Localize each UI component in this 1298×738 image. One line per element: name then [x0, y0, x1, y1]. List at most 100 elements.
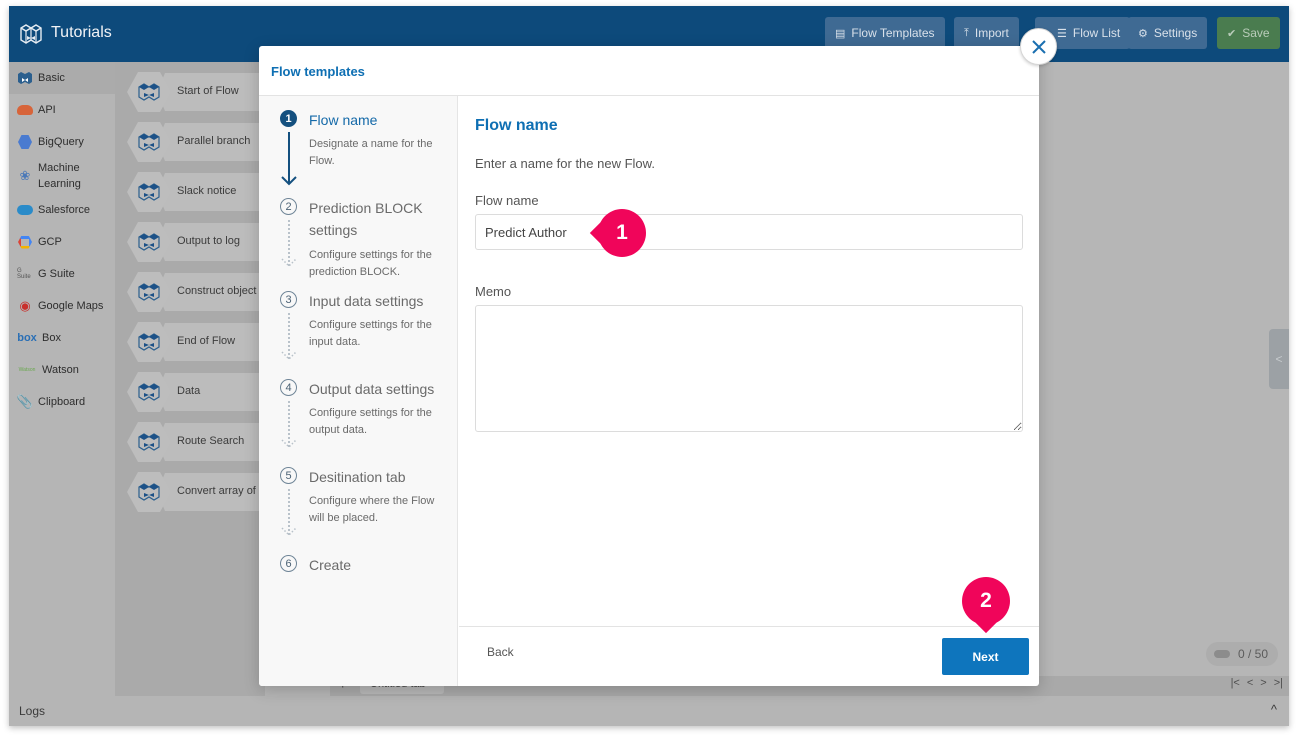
save-button[interactable]: ✔ Save: [1217, 17, 1280, 49]
block-icon: [138, 482, 160, 502]
step-number: 1: [280, 110, 297, 127]
sidebar-label: Basic: [38, 72, 65, 84]
modal-title: Flow templates: [271, 64, 365, 79]
check-circle-icon: ✔: [1227, 27, 1237, 40]
bigquery-icon: [17, 135, 33, 149]
block-label: Parallel branch: [177, 135, 251, 147]
salesforce-cloud-icon: [17, 205, 33, 215]
memo-textarea[interactable]: [475, 305, 1023, 432]
content-title: Flow name: [475, 117, 558, 134]
sidebar-label: GCP: [38, 236, 62, 248]
sidebar-label: Google Maps: [38, 300, 104, 312]
step-desc: Designate a name for the Flow.: [309, 138, 433, 167]
next-button[interactable]: Next: [942, 638, 1029, 675]
sidebar-label: Clipboard: [38, 396, 86, 408]
logs-label: Logs: [19, 704, 46, 718]
block-label: Convert array of o: [177, 485, 266, 497]
step-content: Flow name Enter a name for the new Flow.…: [459, 96, 1039, 626]
step-desc: Configure settings for the prediction BL…: [309, 249, 432, 278]
sidebar-label: G Suite: [38, 268, 75, 280]
prev-tab-button[interactable]: <: [1247, 677, 1253, 689]
counter-text: 0 / 50: [1238, 647, 1269, 661]
step-name: Flow name: [309, 112, 378, 128]
sidebar-label: Watson: [42, 364, 79, 376]
sidebar-item-salesforce[interactable]: Salesforce: [9, 194, 115, 226]
sidebar-item-machine-learning[interactable]: ❀ Machine Learning: [9, 158, 115, 194]
step-desc: Configure settings for the input data.: [309, 319, 432, 348]
block-icon: [138, 132, 160, 152]
annotation-marker-1: 1: [589, 209, 646, 257]
modal-footer: Back Next: [459, 626, 1039, 686]
marker-number: 1: [598, 209, 646, 257]
step-number: 6: [280, 555, 297, 572]
import-label: Import: [974, 26, 1009, 40]
block-label: Construct object: [177, 285, 257, 297]
content-description: Enter a name for the new Flow.: [475, 156, 655, 171]
gcp-hexagon-icon: [17, 235, 33, 249]
flow-templates-button[interactable]: ▤ Flow Templates: [825, 17, 945, 49]
box-logo-icon: box: [17, 332, 37, 344]
back-button[interactable]: Back: [487, 645, 514, 659]
step-name: Output data settings: [309, 381, 435, 397]
sidebar-item-box[interactable]: box Box: [9, 322, 115, 354]
step-desc: Configure where the Flow will be placed.: [309, 495, 435, 524]
tab-navigation: |< < > >|: [1231, 677, 1283, 689]
sidebar-label: API: [38, 104, 56, 116]
paperclip-icon: 📎: [16, 394, 34, 409]
step-name: Input data settings: [309, 293, 424, 309]
save-label: Save: [1242, 26, 1270, 40]
block-icon: [138, 282, 160, 302]
sidebar-label: Machine Learning: [38, 162, 81, 190]
map-pin-icon: ◉: [19, 298, 31, 313]
next-tab-button[interactable]: >: [1260, 677, 1266, 689]
sidebar-item-gcp[interactable]: GCP: [9, 226, 115, 258]
sidebar-label: Salesforce: [38, 204, 90, 216]
chevron-up-icon[interactable]: ^: [1271, 702, 1277, 717]
block-icon: [18, 72, 32, 84]
marker-number: 2: [962, 577, 1010, 625]
arrow-down-icon: [281, 351, 297, 361]
settings-button[interactable]: ⚙ Settings: [1128, 17, 1208, 49]
arrow-down-icon: [281, 176, 297, 186]
close-modal-button[interactable]: [1020, 28, 1057, 65]
counter-pill-icon: [1214, 650, 1230, 658]
flow-templates-label: Flow Templates: [851, 26, 935, 40]
sidebar-item-google-maps[interactable]: ◉ Google Maps: [9, 290, 115, 322]
block-icon: [138, 232, 160, 252]
sidebar-item-bigquery[interactable]: BigQuery: [9, 126, 115, 158]
import-button[interactable]: ⤒ Import: [954, 17, 1019, 49]
block-icon: [138, 82, 160, 102]
last-tab-button[interactable]: >|: [1274, 677, 1283, 689]
block-label: Route Search: [177, 435, 245, 447]
panel-collapse-handle[interactable]: <: [1269, 329, 1289, 389]
block-palette: Start of Flow Parallel branch Slack notice…: [115, 62, 297, 696]
annotation-marker-2: 2: [962, 577, 1010, 634]
logs-panel: Logs ^: [9, 696, 1289, 726]
arrow-down-icon: [281, 527, 297, 537]
sidebar-item-api[interactable]: API: [9, 94, 115, 126]
wizard-steps: 1 Flow name Designate a name for the Flo…: [259, 96, 458, 686]
block-label: Data: [177, 385, 201, 397]
sidebar-label: BigQuery: [38, 136, 84, 148]
arrow-down-icon: [281, 439, 297, 449]
block-icon: [138, 382, 160, 402]
sidebar-item-clipboard[interactable]: 📎 Clipboard: [9, 386, 115, 418]
flow-name-label: Flow name: [475, 193, 539, 208]
sidebar-item-basic[interactable]: Basic: [9, 62, 115, 94]
memo-label: Memo: [475, 284, 512, 299]
block-label: Start of Flow: [177, 85, 239, 97]
logo-icon: [20, 24, 42, 44]
step-number: 4: [280, 379, 297, 396]
settings-label: Settings: [1153, 26, 1198, 40]
flow-templates-modal: Flow templates 1 Flow name Designate a n…: [259, 46, 1039, 686]
sidebar-item-gsuite[interactable]: G Suite G Suite: [9, 258, 115, 290]
first-tab-button[interactable]: |<: [1231, 677, 1240, 689]
sidebar-label: Box: [42, 332, 61, 344]
sidebar-item-watson[interactable]: Watson Watson: [9, 354, 115, 386]
step-name: Desitination tab: [309, 469, 406, 485]
brain-icon: ❀: [19, 168, 31, 183]
block-label: End of Flow: [177, 335, 236, 347]
block-icon: [138, 432, 160, 452]
flow-name-input[interactable]: [475, 214, 1023, 250]
step-number: 2: [280, 198, 297, 215]
